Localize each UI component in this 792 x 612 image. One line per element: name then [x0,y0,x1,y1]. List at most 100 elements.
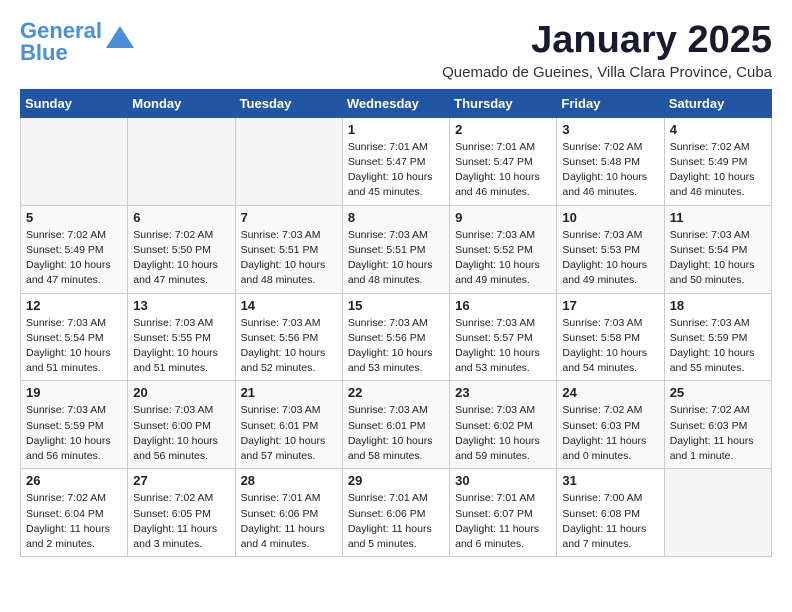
day-number: 7 [241,210,337,225]
day-info: Sunrise: 7:03 AMSunset: 5:51 PMDaylight:… [348,228,444,289]
month-title: January 2025 [442,20,772,62]
day-number: 15 [348,298,444,313]
day-info: Sunrise: 7:01 AMSunset: 5:47 PMDaylight:… [455,140,551,201]
day-number: 12 [26,298,122,313]
day-number: 13 [133,298,229,313]
calendar-cell: 5Sunrise: 7:02 AMSunset: 5:49 PMDaylight… [21,205,128,293]
calendar-cell [235,117,342,205]
calendar-cell: 26 Sunrise: 7:02 AMSunset: 6:04 PMDayligh… [21,469,128,557]
day-number: 26 [26,473,122,488]
day-info: Sunrise: 7:03 AMSunset: 5:59 PMDaylight:… [26,403,122,464]
day-number: 19 [26,385,122,400]
day-number: 22 [348,385,444,400]
column-header-saturday: Saturday [664,89,771,117]
day-number: 23 [455,385,551,400]
day-info: Sunrise: 7:01 AMSunset: 5:47 PMDaylight:… [348,140,444,201]
location-subtitle: Quemado de Gueines, Villa Clara Province… [442,64,772,81]
day-info: Sunrise: 7:03 AMSunset: 6:01 PMDaylight:… [348,403,444,464]
calendar-cell: 1 Sunrise: 7:01 AMSunset: 5:47 PMDaylight… [342,117,449,205]
calendar-cell: 15 Sunrise: 7:03 AMSunset: 5:56 PMDayligh… [342,293,449,381]
week-row-3: 12 Sunrise: 7:03 AMSunset: 5:54 PMDayligh… [21,293,772,381]
day-number: 17 [562,298,658,313]
calendar-cell [21,117,128,205]
day-info: Sunrise: 7:02 AMSunset: 5:48 PMDaylight:… [562,140,658,201]
logo-text: GeneralBlue [20,20,102,64]
calendar-table: SundayMondayTuesdayWednesdayThursdayFrid… [20,89,772,557]
title-block: January 2025 Quemado de Gueines, Villa C… [442,20,772,81]
calendar-cell: 29Sunrise: 7:01 AMSunset: 6:06 PMDayligh… [342,469,449,557]
day-number: 25 [670,385,766,400]
day-number: 24 [562,385,658,400]
day-number: 30 [455,473,551,488]
day-info: Sunrise: 7:03 AMSunset: 5:54 PMDaylight:… [670,228,766,289]
day-number: 10 [562,210,658,225]
calendar-cell: 10Sunrise: 7:03 AMSunset: 5:53 PMDayligh… [557,205,664,293]
calendar-cell [664,469,771,557]
day-number: 31 [562,473,658,488]
calendar-cell: 4 Sunrise: 7:02 AMSunset: 5:49 PMDaylight… [664,117,771,205]
week-row-5: 26 Sunrise: 7:02 AMSunset: 6:04 PMDayligh… [21,469,772,557]
day-number: 20 [133,385,229,400]
week-row-4: 19 Sunrise: 7:03 AMSunset: 5:59 PMDayligh… [21,381,772,469]
day-info: Sunrise: 7:03 AMSunset: 5:52 PMDaylight:… [455,228,551,289]
day-info: Sunrise: 7:02 AMSunset: 5:49 PMDaylight:… [670,140,766,201]
calendar-cell: 17Sunrise: 7:03 AMSunset: 5:58 PMDayligh… [557,293,664,381]
day-number: 1 [348,122,444,137]
column-header-friday: Friday [557,89,664,117]
day-info: Sunrise: 7:02 AMSunset: 6:05 PMDaylight:… [133,491,229,552]
calendar-cell: 16 Sunrise: 7:03 AMSunset: 5:57 PMDayligh… [450,293,557,381]
calendar-cell: 27 Sunrise: 7:02 AMSunset: 6:05 PMDayligh… [128,469,235,557]
calendar-cell: 8Sunrise: 7:03 AMSunset: 5:51 PMDaylight… [342,205,449,293]
calendar-cell: 7Sunrise: 7:03 AMSunset: 5:51 PMDaylight… [235,205,342,293]
calendar-cell: 3 Sunrise: 7:02 AMSunset: 5:48 PMDaylight… [557,117,664,205]
calendar-cell [128,117,235,205]
calendar-cell: 25 Sunrise: 7:02 AMSunset: 6:03 PMDayligh… [664,381,771,469]
calendar-cell: 21Sunrise: 7:03 AMSunset: 6:01 PMDayligh… [235,381,342,469]
column-header-wednesday: Wednesday [342,89,449,117]
calendar-cell: 22 Sunrise: 7:03 AMSunset: 6:01 PMDayligh… [342,381,449,469]
calendar-header-row: SundayMondayTuesdayWednesdayThursdayFrid… [21,89,772,117]
day-number: 29 [348,473,444,488]
day-number: 21 [241,385,337,400]
day-number: 16 [455,298,551,313]
column-header-monday: Monday [128,89,235,117]
calendar-cell: 30 Sunrise: 7:01 AMSunset: 6:07 PMDayligh… [450,469,557,557]
day-info: Sunrise: 7:03 AMSunset: 5:55 PMDaylight:… [133,316,229,377]
day-number: 6 [133,210,229,225]
day-info: Sunrise: 7:02 AMSunset: 5:50 PMDaylight:… [133,228,229,289]
day-number: 2 [455,122,551,137]
day-info: Sunrise: 7:03 AMSunset: 5:59 PMDaylight:… [670,316,766,377]
calendar-cell: 19 Sunrise: 7:03 AMSunset: 5:59 PMDayligh… [21,381,128,469]
calendar-cell: 6 Sunrise: 7:02 AMSunset: 5:50 PMDaylight… [128,205,235,293]
day-info: Sunrise: 7:03 AMSunset: 5:54 PMDaylight:… [26,316,122,377]
calendar-cell: 11 Sunrise: 7:03 AMSunset: 5:54 PMDayligh… [664,205,771,293]
day-info: Sunrise: 7:03 AMSunset: 5:57 PMDaylight:… [455,316,551,377]
calendar-cell: 18 Sunrise: 7:03 AMSunset: 5:59 PMDayligh… [664,293,771,381]
day-number: 28 [241,473,337,488]
day-info: Sunrise: 7:01 AMSunset: 6:06 PMDaylight:… [241,491,337,552]
day-info: Sunrise: 7:03 AMSunset: 6:02 PMDaylight:… [455,403,551,464]
day-info: Sunrise: 7:02 AMSunset: 6:03 PMDaylight:… [670,403,766,464]
day-info: Sunrise: 7:01 AMSunset: 6:07 PMDaylight:… [455,491,551,552]
day-info: Sunrise: 7:03 AMSunset: 5:56 PMDaylight:… [348,316,444,377]
column-header-sunday: Sunday [21,89,128,117]
day-number: 14 [241,298,337,313]
calendar-cell: 28 Sunrise: 7:01 AMSunset: 6:06 PMDayligh… [235,469,342,557]
calendar-cell: 12 Sunrise: 7:03 AMSunset: 5:54 PMDayligh… [21,293,128,381]
calendar-cell: 24 Sunrise: 7:02 AMSunset: 6:03 PMDayligh… [557,381,664,469]
week-row-2: 5Sunrise: 7:02 AMSunset: 5:49 PMDaylight… [21,205,772,293]
day-info: Sunrise: 7:03 AMSunset: 6:00 PMDaylight:… [133,403,229,464]
day-info: Sunrise: 7:02 AMSunset: 6:04 PMDaylight:… [26,491,122,552]
day-number: 27 [133,473,229,488]
day-number: 11 [670,210,766,225]
calendar-cell: 31Sunrise: 7:00 AMSunset: 6:08 PMDayligh… [557,469,664,557]
day-number: 4 [670,122,766,137]
day-number: 3 [562,122,658,137]
day-info: Sunrise: 7:02 AMSunset: 6:03 PMDaylight:… [562,403,658,464]
calendar-cell: 23 Sunrise: 7:03 AMSunset: 6:02 PMDayligh… [450,381,557,469]
logo-icon [106,26,134,48]
calendar-cell: 14Sunrise: 7:03 AMSunset: 5:56 PMDayligh… [235,293,342,381]
calendar-cell: 20 Sunrise: 7:03 AMSunset: 6:00 PMDayligh… [128,381,235,469]
day-number: 18 [670,298,766,313]
day-number: 5 [26,210,122,225]
